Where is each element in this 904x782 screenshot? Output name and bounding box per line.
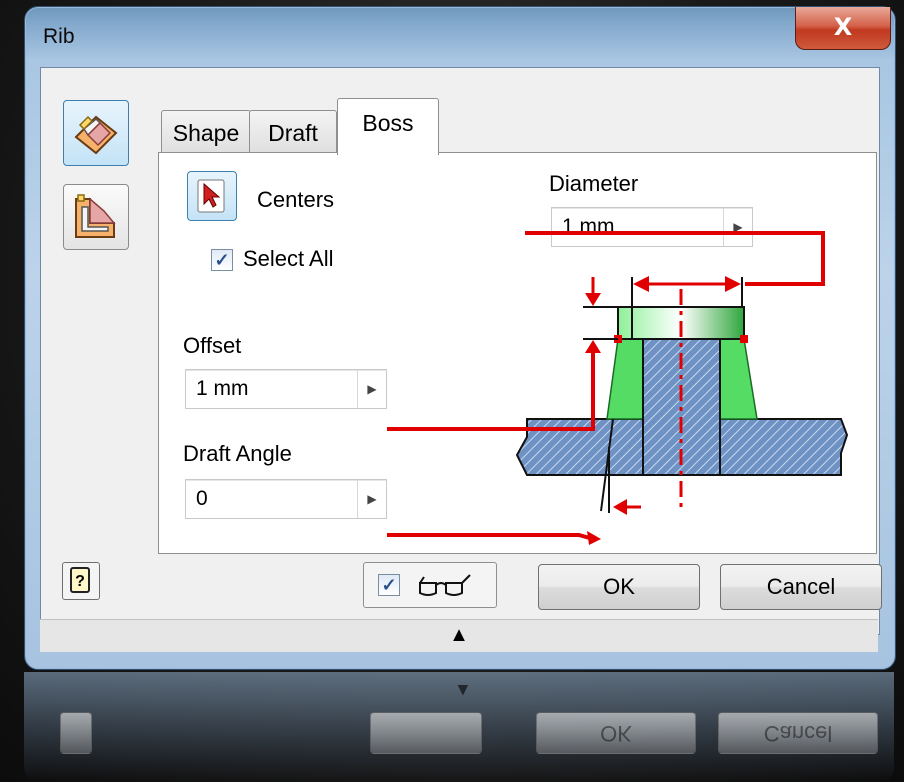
reflection-help-button <box>60 712 92 754</box>
draft-right <box>719 338 758 420</box>
ok-button[interactable]: OK <box>538 564 700 610</box>
preview-checkbox[interactable]: ✓ <box>378 574 400 596</box>
rib-plane-button[interactable] <box>63 184 129 250</box>
select-all-checkbox[interactable]: ✓ <box>211 249 233 271</box>
boss-panel: Centers ✓ Select All Diameter 1 mm ▶ Off… <box>158 152 877 554</box>
diameter-arrow-left <box>633 276 649 292</box>
help-icon: ? <box>70 567 90 593</box>
reflection-expand-arrow: ▲ <box>454 681 472 701</box>
offset-arrow-down <box>585 293 601 306</box>
offset-dropdown-arrow[interactable]: ▶ <box>357 370 386 408</box>
draft-angle-dropdown-arrow[interactable]: ▶ <box>357 480 386 518</box>
offset-arrow-up <box>585 340 601 353</box>
reflection-cancel-button: Cancel <box>718 712 878 754</box>
svg-text:?: ? <box>75 573 85 590</box>
reflection-ok-button: OK <box>536 712 696 754</box>
window-reflection: ▲ OK Cancel <box>24 672 894 782</box>
offset-field[interactable]: 1 mm ▶ <box>185 369 387 409</box>
rib-normal-button[interactable] <box>63 100 129 166</box>
cursor-arrow-icon <box>197 179 225 213</box>
cancel-button[interactable]: Cancel <box>720 564 882 610</box>
tab-draft[interactable]: Draft <box>249 110 337 153</box>
rib-normal-icon <box>74 115 118 155</box>
draft-angle-field[interactable]: 0 ▶ <box>185 479 387 519</box>
expand-strip[interactable]: ▲ <box>40 619 878 652</box>
tab-boss[interactable]: Boss <box>337 98 439 155</box>
draft-angle-value: 0 <box>196 487 208 510</box>
centers-select-button[interactable] <box>187 171 237 221</box>
close-button[interactable]: X <box>795 7 891 50</box>
rib-dialog: Rib X Shape Draft Boss Centers ✓ Select … <box>24 6 896 670</box>
offset-label: Offset <box>183 333 242 358</box>
dialog-client-area: Shape Draft Boss Centers ✓ Select All Di… <box>40 67 882 635</box>
dialog-title: Rib <box>43 25 75 48</box>
help-button[interactable]: ? <box>62 562 100 600</box>
offset-leader <box>387 353 595 431</box>
draft-angle-leader <box>387 533 594 541</box>
glasses-icon <box>419 574 471 596</box>
rib-plane-icon <box>75 194 116 238</box>
draft-angle-arrow-right <box>587 531 601 545</box>
offset-point-right <box>740 335 748 343</box>
diameter-arrow-right <box>725 276 741 292</box>
boss-diagram <box>387 231 849 545</box>
draft-angle-arrow-left <box>613 499 627 515</box>
draft-angle-label: Draft Angle <box>183 441 292 466</box>
preview-toggle[interactable]: ✓ <box>363 562 497 608</box>
diameter-label: Diameter <box>549 171 639 196</box>
diameter-leader <box>525 231 825 286</box>
centers-label: Centers <box>257 187 335 212</box>
expand-arrow-icon[interactable]: ▲ <box>40 620 878 650</box>
draft-left <box>606 338 644 420</box>
reflection-preview-toggle <box>370 712 482 754</box>
tab-shape[interactable]: Shape <box>161 110 251 153</box>
offset-value: 1 mm <box>196 377 249 400</box>
select-all-label: Select All <box>243 246 334 271</box>
